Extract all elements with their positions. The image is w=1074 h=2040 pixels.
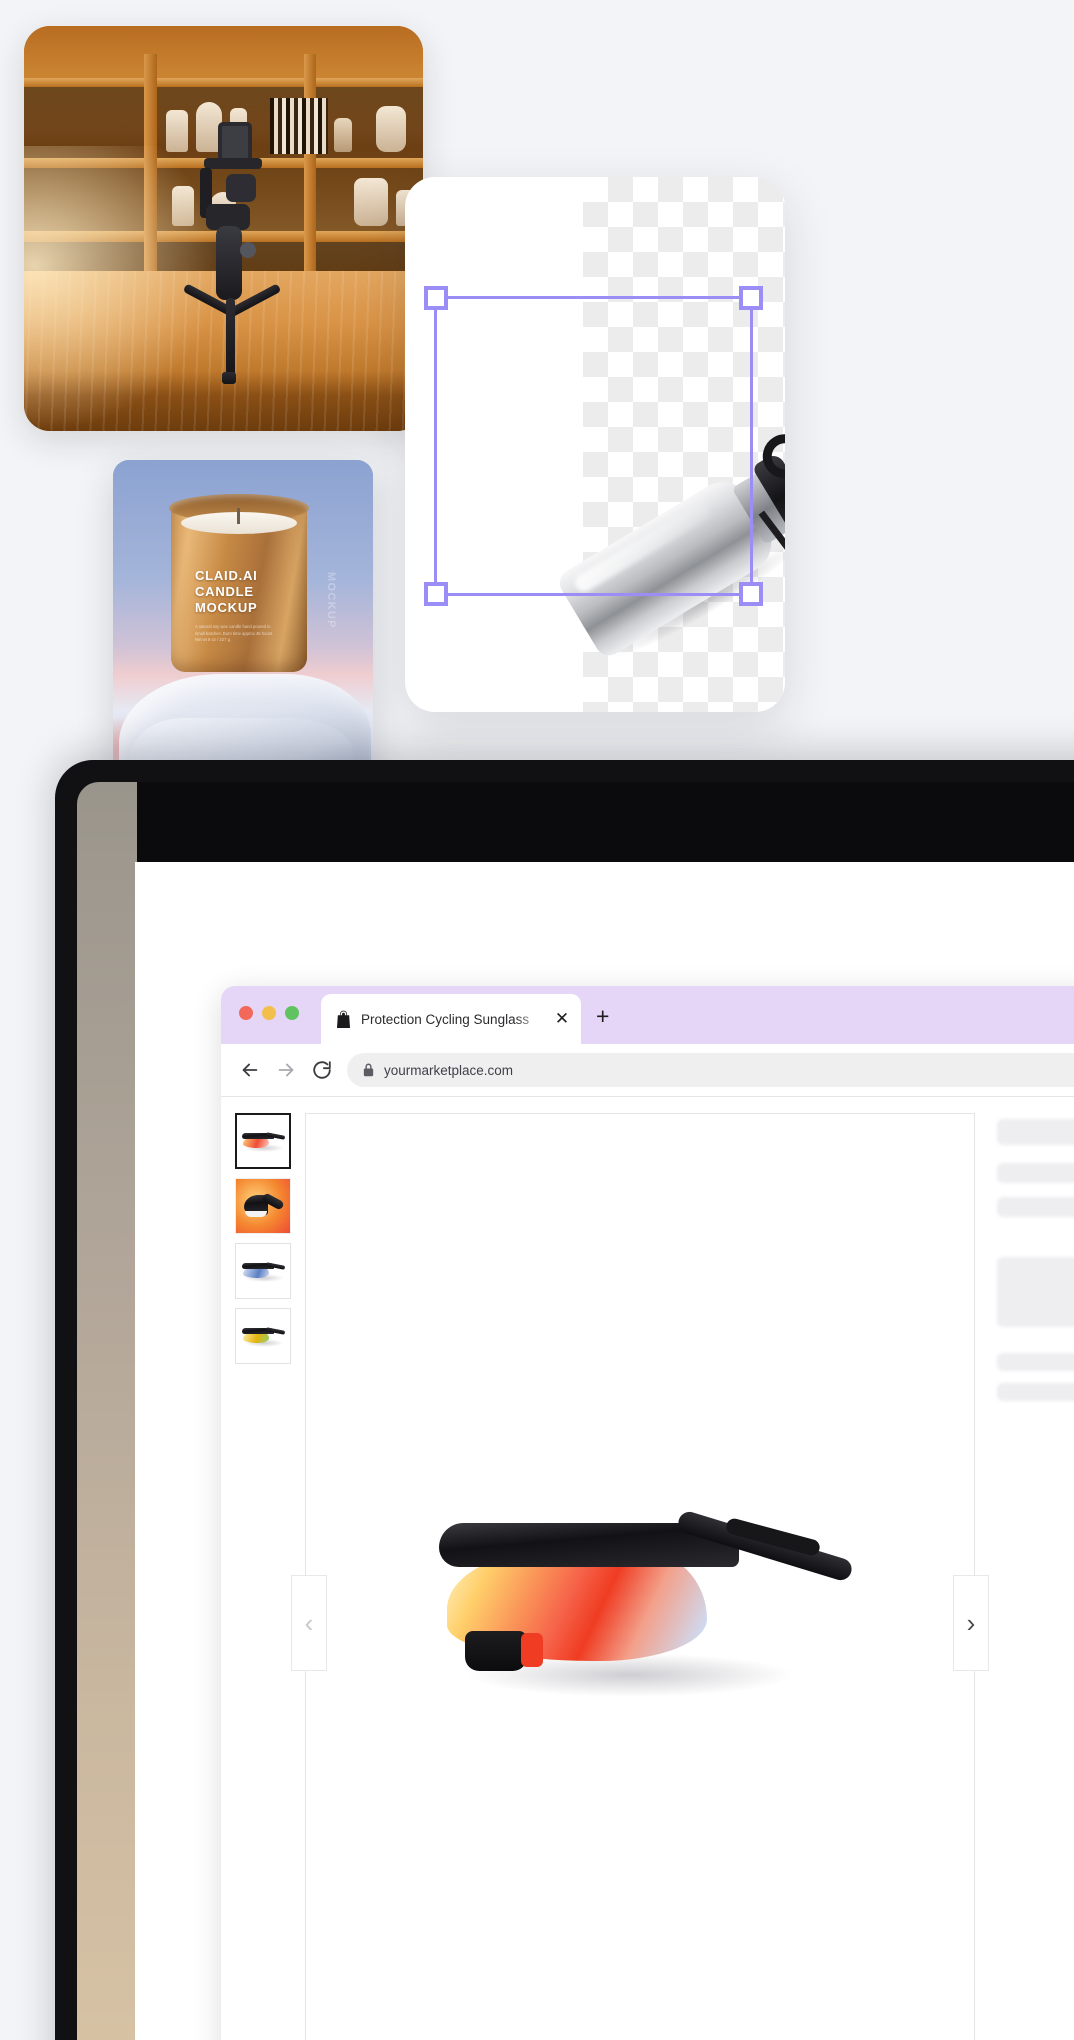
tablet-device: Protection Cycling Sunglass ✕ + yourmark… <box>55 760 1074 2040</box>
maximize-window-button[interactable] <box>285 1006 299 1020</box>
resize-handle-bottom-left[interactable] <box>424 582 448 606</box>
shipping-info-placeholder <box>997 1257 1074 1327</box>
browser-toolbar: yourmarketplace.com <box>221 1044 1074 1096</box>
thumbnail-3[interactable] <box>235 1308 291 1364</box>
phone-holder <box>218 122 252 162</box>
shelf-vase <box>376 106 406 152</box>
lock-icon <box>363 1063 374 1077</box>
candle-sublabel: A natural soy wax candle hand poured in … <box>195 624 274 642</box>
resize-handle-top-left[interactable] <box>424 286 448 310</box>
browser-tab-strip: Protection Cycling Sunglass ✕ + <box>221 986 1074 1044</box>
resize-handle-bottom-right[interactable] <box>739 582 763 606</box>
browser-tab[interactable]: Protection Cycling Sunglass ✕ <box>321 994 581 1044</box>
product-option-placeholder <box>997 1353 1074 1371</box>
gimbal-grip <box>216 226 242 300</box>
shelf-plank <box>24 78 423 87</box>
arrow-left-icon[interactable] <box>239 1059 261 1081</box>
gallery-prev-button[interactable]: ‹ <box>291 1575 327 1671</box>
candle-label-line-2: CANDLE <box>195 583 254 599</box>
candle-label-line-1: CLAID.AI <box>195 568 258 583</box>
shelf-vase <box>334 118 352 152</box>
protection-cycling-sunglasses-hero <box>425 1509 855 1697</box>
product-page: ‹ › <box>221 1097 1074 2040</box>
gallery-next-button[interactable]: › <box>953 1575 989 1671</box>
card-gimbal-photo[interactable] <box>24 26 423 431</box>
gimbal-arm <box>204 158 262 169</box>
gimbal-motor <box>226 174 256 202</box>
selection-bounding-box[interactable] <box>424 286 763 606</box>
candle-wick <box>237 508 240 524</box>
shelf-vase <box>354 178 388 226</box>
product-option-placeholder <box>997 1383 1074 1401</box>
shelf-divider <box>304 54 316 304</box>
product-details-column <box>997 1113 1074 2040</box>
sunglasses-blue-lens-white-bg <box>240 1261 286 1282</box>
candle-label: CLAID.AI CANDLE MOCKUP <box>195 568 291 616</box>
desk-backdrop <box>77 782 137 2040</box>
tablet-bezel: Protection Cycling Sunglass ✕ + yourmark… <box>77 782 1074 2040</box>
shopping-bag-icon <box>336 1010 351 1028</box>
browser-tab-title: Protection Cycling Sunglass <box>361 1011 530 1027</box>
sunglasses-black-orange-bg <box>240 1192 286 1219</box>
card-background-removal-editor[interactable] <box>405 177 785 712</box>
thumbnail-2[interactable] <box>235 1243 291 1299</box>
product-price-placeholder <box>997 1163 1074 1183</box>
product-meta-placeholder <box>997 1197 1074 1217</box>
candle-label-line-3: MOCKUP <box>195 599 258 615</box>
sunglasses-yellow-lens-white-bg <box>240 1326 286 1347</box>
tablet-screen: Protection Cycling Sunglass ✕ + yourmark… <box>135 862 1074 2040</box>
hero-image-viewer: ‹ › <box>291 1113 989 2040</box>
gimbal-stabilizer <box>170 122 290 412</box>
page-root: MOCKUP CLAID.AI CANDLE MOCKUP A natural … <box>0 0 1074 2040</box>
sunglasses-red-lens-white-bg <box>240 1131 286 1152</box>
browser-window: Protection Cycling Sunglass ✕ + yourmark… <box>221 986 1074 2040</box>
new-tab-button[interactable]: + <box>596 1005 609 1028</box>
tripod-foot <box>222 372 236 384</box>
url-text: yourmarketplace.com <box>384 1062 514 1078</box>
window-controls[interactable] <box>239 1006 299 1020</box>
candle-side-text: MOCKUP <box>325 572 337 629</box>
close-icon[interactable]: ✕ <box>553 1010 571 1028</box>
close-window-button[interactable] <box>239 1006 253 1020</box>
thumbnail-1[interactable] <box>235 1178 291 1234</box>
minimize-window-button[interactable] <box>262 1006 276 1020</box>
resize-handle-top-right[interactable] <box>739 286 763 310</box>
thumbnail-strip <box>235 1113 291 2040</box>
address-bar[interactable]: yourmarketplace.com <box>347 1053 1074 1087</box>
reload-icon[interactable] <box>311 1059 333 1081</box>
arrow-right-icon[interactable] <box>275 1059 297 1081</box>
gimbal-knob <box>240 242 256 258</box>
product-title-placeholder <box>997 1119 1074 1145</box>
thumbnail-0[interactable] <box>235 1113 291 1169</box>
